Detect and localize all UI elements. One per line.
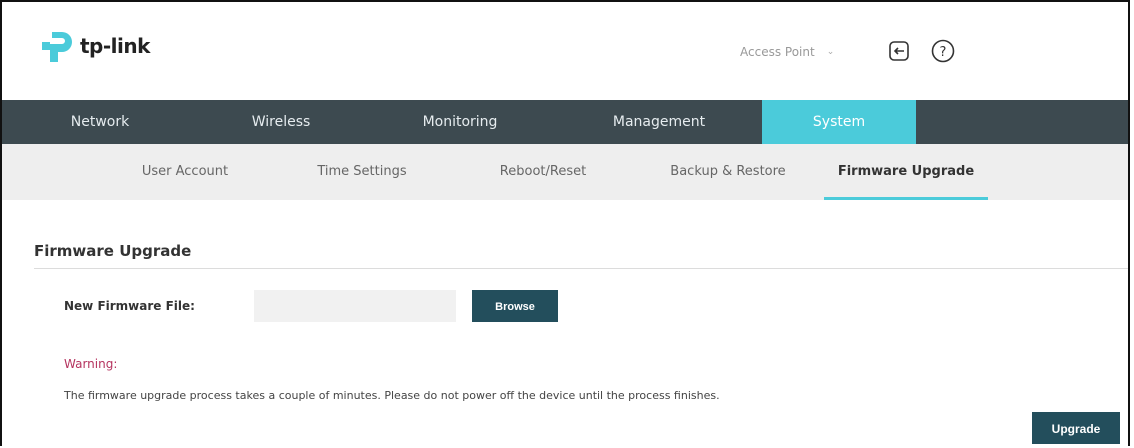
tp-link-logo-icon: [42, 32, 72, 62]
brand-logo[interactable]: tp-link: [38, 26, 150, 66]
subtab-firmware-upgrade[interactable]: Firmware Upgrade: [824, 144, 988, 200]
header: tp-link Access Point ⌄ ?: [2, 2, 1128, 102]
mode-selected-value: Access Point: [740, 45, 815, 59]
subtab-user-account[interactable]: User Account: [100, 144, 270, 200]
sub-nav: User Account Time Settings Reboot/Reset …: [2, 144, 1128, 200]
tab-monitoring[interactable]: Monitoring: [364, 100, 556, 144]
subtab-time-settings[interactable]: Time Settings: [270, 144, 454, 200]
subtab-reboot-reset[interactable]: Reboot/Reset: [454, 144, 632, 200]
subtab-backup-restore[interactable]: Backup & Restore: [632, 144, 824, 200]
firmware-file-input[interactable]: [254, 290, 456, 322]
tab-wireless[interactable]: Wireless: [198, 100, 364, 144]
help-icon[interactable]: ?: [930, 38, 956, 64]
brand-name: tp-link: [80, 34, 150, 58]
main-nav: Network Wireless Monitoring Management S…: [2, 100, 1128, 144]
app-window: tp-link Access Point ⌄ ? Network Wireles…: [0, 0, 1130, 446]
warning-text: The firmware upgrade process takes a cou…: [64, 389, 720, 402]
chevron-down-icon: ⌄: [826, 47, 835, 57]
tab-system[interactable]: System: [762, 100, 916, 144]
section-divider: [34, 268, 1128, 269]
warning-label: Warning:: [64, 357, 118, 371]
upgrade-button[interactable]: Upgrade: [1032, 412, 1120, 444]
svg-text:?: ?: [940, 45, 947, 60]
tab-management[interactable]: Management: [556, 100, 762, 144]
tab-network[interactable]: Network: [2, 100, 198, 144]
section-title: Firmware Upgrade: [34, 242, 192, 260]
firmware-file-label: New Firmware File:: [64, 299, 195, 313]
logout-icon[interactable]: [886, 38, 912, 64]
browse-button[interactable]: Browse: [472, 290, 558, 322]
subnav-spacer: [2, 144, 100, 200]
mode-dropdown[interactable]: Access Point ⌄: [740, 45, 834, 59]
